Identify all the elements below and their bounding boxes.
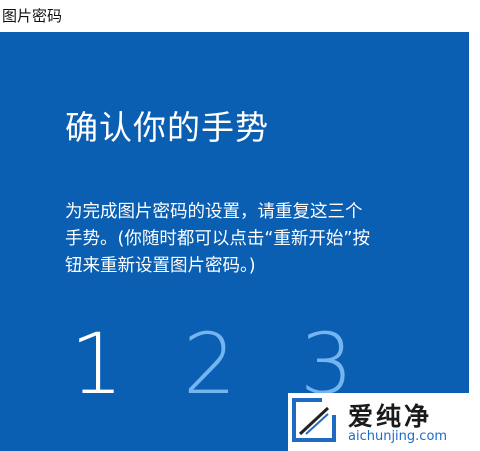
window-title: 图片密码 [2, 7, 63, 25]
title-bar: 图片密码 [0, 0, 480, 32]
gesture-step-1: 1 [70, 315, 124, 413]
aichunjing-logo-icon [292, 398, 339, 442]
instruction-line: 为完成图片密码的设置，请重复这三个 [65, 202, 363, 222]
page-title: 确认你的手势 [65, 108, 269, 147]
instruction-line: 手势。(你随时都可以点击“重新开始”按 [65, 229, 370, 249]
watermark: 爱纯净 aichunjing.com [288, 393, 480, 451]
window-edge [469, 32, 480, 451]
watermark-brand: 爱纯净 [348, 402, 433, 431]
instruction-line: 钮来重新设置图片密码。) [65, 256, 256, 276]
picture-password-window: 图片密码 确认你的手势 为完成图片密码的设置，请重复这三个 手势。(你随时都可以… [0, 0, 480, 451]
watermark-url: aichunjing.com [348, 429, 448, 444]
instruction-text: 为完成图片密码的设置，请重复这三个 手势。(你随时都可以点击“重新开始”按 钮来… [65, 199, 425, 280]
gesture-step-2: 2 [183, 315, 237, 413]
